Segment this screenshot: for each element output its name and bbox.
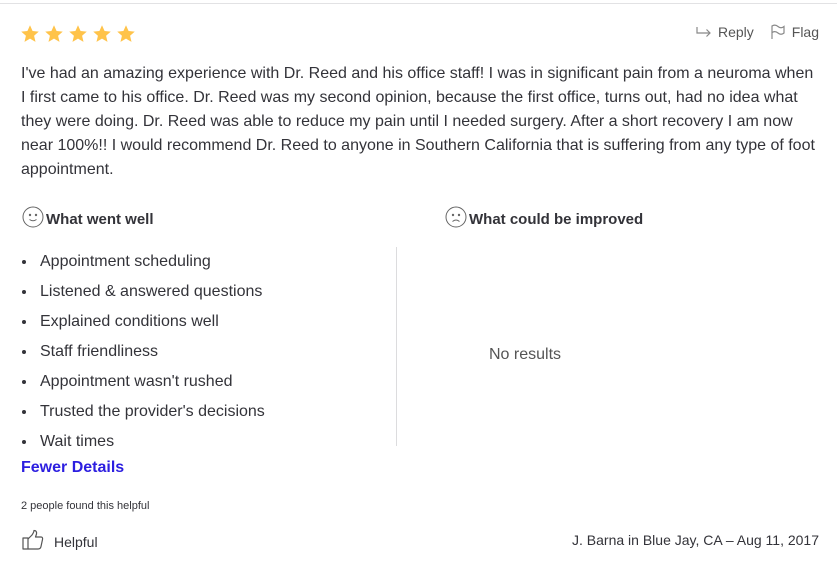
went-well-item: Wait times [21,427,265,457]
could-improve-title: What could be improved [469,210,644,228]
went-well-item: Explained conditions well [21,307,265,337]
star-icon [68,24,88,44]
flag-button[interactable]: Flag [770,24,819,40]
went-well-item-label: Wait times [40,433,115,450]
reply-arrow-icon [696,26,712,38]
helpful-button[interactable]: Helpful [22,529,98,554]
helpful-label: Helpful [54,533,98,550]
helpful-count: 2 people found this helpful [21,500,150,512]
no-results-text: No results [489,346,562,363]
star-icon [116,24,136,44]
bullet-icon [22,320,26,324]
went-well-item: Listened & answered questions [21,277,265,307]
could-improve-heading: What could be improved [445,206,643,232]
thumbs-up-icon [22,529,44,554]
went-well-item-label: Listened & answered questions [40,283,263,300]
went-well-item-label: Appointment scheduling [40,253,211,270]
star-rating [20,24,136,44]
fewer-details-link[interactable]: Fewer Details [21,459,124,477]
star-icon [44,24,64,44]
went-well-item: Trusted the provider's decisions [21,397,265,427]
went-well-item-label: Explained conditions well [40,313,219,330]
went-well-item: Appointment scheduling [21,247,265,277]
went-well-item-label: Trusted the provider's decisions [40,403,265,420]
went-well-item-label: Appointment wasn't rushed [40,373,233,390]
review-author-date: J. Barna in Blue Jay, CA – Aug 11, 2017 [572,532,819,548]
went-well-item-label: Staff friendliness [40,343,158,360]
flag-icon [770,24,786,40]
reply-button[interactable]: Reply [696,24,754,40]
flag-label: Flag [791,24,819,40]
bullet-icon [22,410,26,414]
sad-face-icon [445,206,469,232]
bullet-icon [22,380,26,384]
column-divider [396,247,397,446]
review-actions: Reply Flag [696,24,819,40]
review-body: I've had an amazing experience with Dr. … [21,65,815,178]
bullet-icon [22,350,26,354]
star-icon [92,24,112,44]
went-well-item: Staff friendliness [21,337,265,367]
went-well-item: Appointment wasn't rushed [21,367,265,397]
went-well-list: Appointment scheduling Listened & answere… [21,247,265,457]
went-well-title: What went well [46,210,154,228]
bullet-icon [22,290,26,294]
bullet-icon [22,440,26,444]
star-icon [20,24,40,44]
bullet-icon [22,260,26,264]
went-well-heading: What went well [22,206,154,232]
top-divider [0,0,837,4]
smiley-face-icon [22,206,46,232]
reply-label: Reply [717,24,754,40]
